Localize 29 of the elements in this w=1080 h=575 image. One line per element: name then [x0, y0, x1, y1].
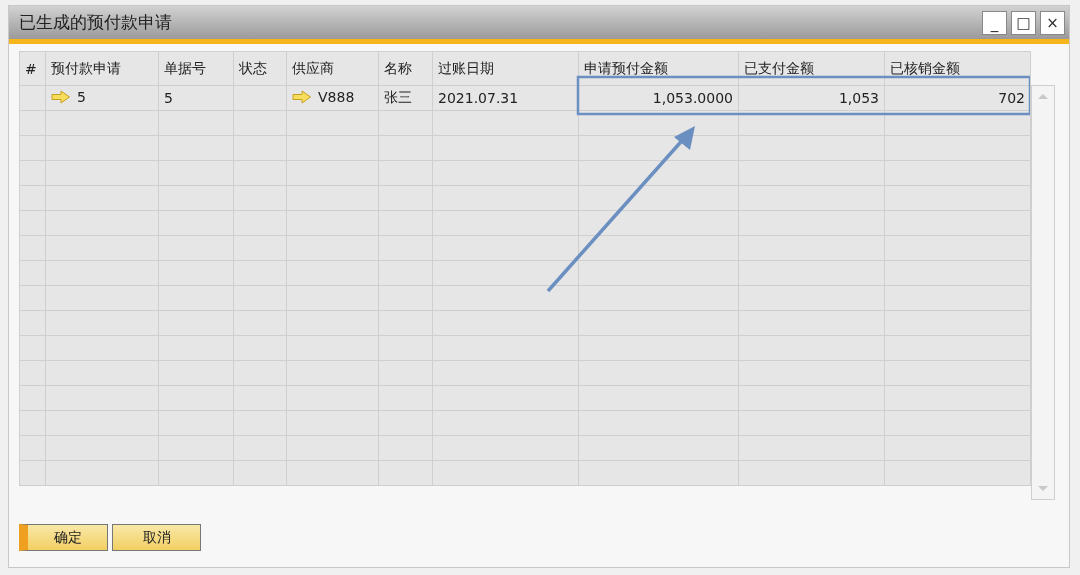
cancel-button[interactable]: 取消 [112, 524, 201, 551]
arrow-icon[interactable] [292, 90, 312, 104]
table-cell: V888 [318, 89, 355, 105]
table-cell: 1,053.0000 [652, 90, 733, 106]
column-header[interactable]: 过账日期 [432, 51, 579, 86]
column-header[interactable]: 申请预付金额 [578, 51, 739, 86]
table-cell: 5 [77, 89, 86, 105]
minimize-button[interactable]: _ [982, 10, 1007, 35]
table-cell: 702 [998, 90, 1025, 106]
ok-button[interactable]: 确定 [19, 524, 108, 551]
maximize-button[interactable]: □ [1011, 10, 1036, 35]
column-header[interactable]: 供应商 [286, 51, 379, 86]
table-cell: 5 [164, 90, 173, 106]
table-cell: 张三 [384, 89, 412, 107]
column-header[interactable]: 单据号 [158, 51, 234, 86]
column-header[interactable]: 名称 [378, 51, 433, 86]
table-cell: 2021.07.31 [438, 90, 519, 106]
column-header[interactable]: # [19, 51, 46, 86]
column-header[interactable]: 状态 [233, 51, 287, 86]
window-title: 已生成的预付款申请 [19, 11, 172, 34]
close-button[interactable]: × [1040, 10, 1065, 35]
scroll-up-icon[interactable] [1037, 92, 1049, 100]
scrollbar[interactable] [1031, 85, 1055, 500]
column-header[interactable]: 预付款申请 [45, 51, 159, 86]
table-cell: 1,053 [838, 90, 879, 106]
column-header[interactable]: 已支付金额 [738, 51, 885, 86]
scroll-down-icon[interactable] [1037, 485, 1049, 493]
arrow-icon[interactable] [51, 90, 71, 104]
column-header[interactable]: 已核销金额 [884, 51, 1031, 86]
